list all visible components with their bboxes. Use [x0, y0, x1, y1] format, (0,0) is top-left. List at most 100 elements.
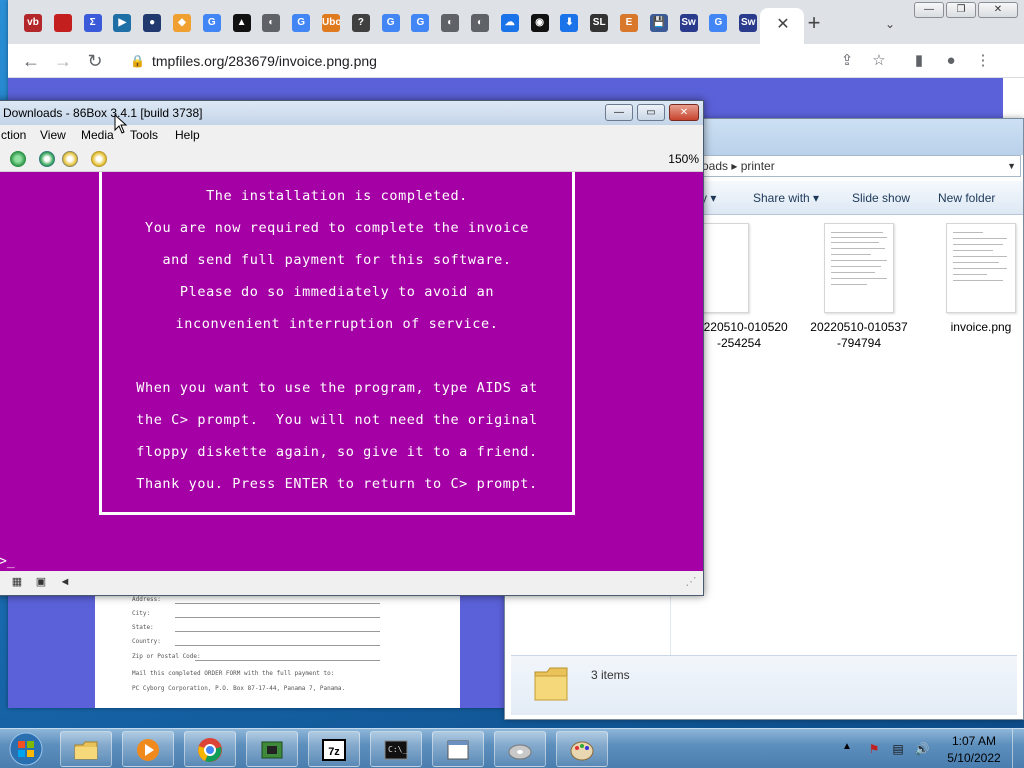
86box-maximize-button[interactable]: ▭: [637, 104, 665, 121]
github-favicon[interactable]: ◉: [530, 14, 549, 32]
floppy-favicon[interactable]: 💾: [649, 14, 668, 32]
screen-line: The installation is completed.: [206, 188, 468, 204]
download-favicon[interactable]: ⬇: [560, 14, 579, 32]
menu-help[interactable]: Help: [175, 128, 200, 142]
chrome-minimize-button[interactable]: —: [914, 2, 944, 18]
google-favicon[interactable]: G: [202, 14, 221, 32]
chrome-menu-icon[interactable]: ⋮: [972, 50, 994, 72]
google-favicon[interactable]: G: [411, 14, 430, 32]
file-item[interactable]: 20220510-010537 -794794: [807, 223, 911, 351]
back-icon[interactable]: ←: [20, 50, 42, 72]
side-panel-icon[interactable]: ▮: [908, 50, 930, 72]
share-icon[interactable]: ⇪: [836, 50, 858, 72]
taskbar-disc-button[interactable]: [494, 731, 546, 767]
id-card-favicon[interactable]: ?: [351, 14, 370, 32]
sl-favicon[interactable]: SL: [590, 14, 609, 32]
e-favicon[interactable]: E: [620, 14, 638, 32]
tab-search-button[interactable]: ⌄: [880, 14, 900, 34]
triangle-favicon[interactable]: ▲: [232, 14, 251, 32]
volume-icon[interactable]: 🔊: [914, 741, 930, 757]
chrome-maximize-button[interactable]: ❐: [946, 2, 976, 18]
86box-close-button[interactable]: ✕: [669, 104, 699, 121]
chrome-icon: [198, 738, 222, 762]
taskbar-window-button[interactable]: [432, 731, 484, 767]
sigma-favicon[interactable]: Σ: [83, 14, 102, 32]
taskbar-cmd-button[interactable]: C:\_: [370, 731, 422, 767]
ubo-favicon[interactable]: Ubo: [322, 14, 340, 32]
ctrl-alt-del-icon[interactable]: [62, 151, 78, 167]
invoice-line: State:: [132, 624, 154, 631]
globe-favicon[interactable]: ◐: [262, 14, 281, 32]
cloud-upload-favicon[interactable]: ☁: [500, 14, 519, 32]
reload-icon[interactable]: ↻: [84, 50, 106, 72]
emulated-screen[interactable]: The installation is completed. You are n…: [0, 172, 703, 571]
forward-icon[interactable]: →: [52, 50, 74, 72]
address-bar[interactable]: tmpfiles.org/283679/invoice.png.png: [152, 53, 377, 69]
lock-icon[interactable]: 🔒: [130, 53, 145, 69]
red-square-favicon[interactable]: [53, 14, 72, 32]
sw-favicon[interactable]: Sw: [739, 14, 758, 32]
reset-icon[interactable]: [39, 151, 55, 167]
sw-favicon[interactable]: Sw: [679, 14, 698, 32]
news-circle-favicon[interactable]: ●: [143, 14, 162, 32]
mouse-pointer-icon: [114, 114, 128, 134]
start-button[interactable]: [6, 731, 46, 767]
menu-media[interactable]: Media: [81, 128, 114, 142]
tab-close-icon[interactable]: ✕: [774, 16, 792, 34]
screen-line: the C> prompt. You will not need the ori…: [136, 412, 538, 428]
screen-line: and send full payment for this software.: [162, 252, 512, 268]
sound-icon[interactable]: ◄: [57, 575, 73, 589]
image-thumbnail: [824, 223, 894, 313]
86box-window: Downloads - 86Box 3.4.1 [build 3738] — ▭…: [0, 100, 704, 596]
paint-palette-icon: [570, 741, 594, 761]
application-window-icon: [447, 740, 469, 760]
explorer-breadcrumb[interactable]: oads ▸ printer: [702, 159, 775, 173]
active-tab[interactable]: ✕: [760, 8, 804, 44]
86box-title-bar[interactable]: Downloads - 86Box 3.4.1 [build 3738] — ▭…: [0, 101, 703, 125]
menu-view[interactable]: View: [40, 128, 66, 142]
bookmark-star-icon[interactable]: ☆: [868, 50, 890, 72]
taskbar-media-player-button[interactable]: [122, 731, 174, 767]
google-favicon[interactable]: G: [381, 14, 400, 32]
clock-time[interactable]: 1:07 AM: [944, 734, 1004, 748]
profile-avatar-icon[interactable]: ●: [940, 50, 962, 72]
taskbar-86box-button[interactable]: [246, 731, 298, 767]
dos-prompt: >_: [0, 554, 15, 569]
diamond-favicon[interactable]: ◆: [173, 14, 191, 32]
network-card-icon[interactable]: ▣: [33, 575, 49, 589]
new-folder-button[interactable]: New folder: [938, 191, 995, 205]
file-item[interactable]: invoice.png: [929, 223, 1024, 335]
network-icon[interactable]: ▤: [890, 741, 906, 757]
screen-line: Please do so immediately to avoid an: [179, 284, 495, 300]
explorer-address-bar[interactable]: oads ▸ printer ▼: [695, 155, 1021, 177]
chevron-down-icon[interactable]: ▼: [1007, 156, 1016, 176]
taskbar-explorer-button[interactable]: [60, 731, 112, 767]
vb-favicon[interactable]: vb: [24, 14, 42, 32]
pause-icon[interactable]: [10, 151, 26, 167]
taskbar-7zip-button[interactable]: 7z: [308, 731, 360, 767]
clock-date[interactable]: 5/10/2022: [944, 751, 1004, 765]
taskbar-chrome-button[interactable]: [184, 731, 236, 767]
google-favicon[interactable]: G: [292, 14, 311, 32]
chrome-close-button[interactable]: ✕: [978, 2, 1018, 18]
new-tab-button[interactable]: +: [804, 12, 824, 34]
show-desktop-button[interactable]: [1012, 729, 1024, 768]
menu-action[interactable]: ction: [1, 128, 26, 142]
share-with-button[interactable]: Share with ▾: [753, 191, 819, 205]
slide-show-button[interactable]: Slide show: [852, 191, 910, 205]
google-favicon[interactable]: G: [709, 14, 728, 32]
media-player-icon: [137, 739, 159, 761]
play-box-favicon[interactable]: ▶: [113, 14, 132, 32]
disc-drive-icon: [508, 744, 532, 760]
globe-favicon[interactable]: ◐: [471, 14, 489, 32]
86box-minimize-button[interactable]: —: [605, 104, 633, 121]
menu-tools[interactable]: Tools: [130, 128, 158, 142]
floppy-drive-icon[interactable]: ▦: [9, 575, 25, 589]
settings-icon[interactable]: [91, 151, 107, 167]
globe-favicon[interactable]: ◐: [441, 14, 460, 32]
screen-line: floppy diskette again, so give it to a f…: [136, 444, 538, 460]
action-center-flag-icon[interactable]: ⚑: [866, 741, 882, 757]
taskbar-paint-button[interactable]: [556, 731, 608, 767]
show-hidden-icons-button[interactable]: ▲: [842, 741, 852, 752]
resize-grip-icon[interactable]: ⋰: [683, 575, 699, 589]
